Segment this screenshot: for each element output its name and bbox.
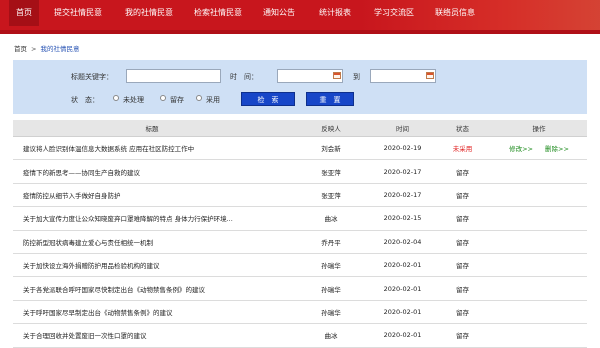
radio-unprocessed[interactable] bbox=[113, 95, 119, 101]
row-title[interactable]: 关于呼吁国家尽早制定出台《动物禁售条例》的建议 bbox=[13, 300, 291, 325]
header-actions: 操作 bbox=[491, 120, 587, 137]
results-table: 标题 反映人 时间 状态 操作 建议将人脸识别体温信息大数据系统 应用在社区防控… bbox=[13, 120, 587, 348]
keyword-input[interactable] bbox=[126, 69, 221, 83]
radio-unprocessed-label: 未处理 bbox=[123, 96, 144, 104]
row-status: 留存 bbox=[434, 276, 491, 301]
search-button[interactable]: 检 索 bbox=[241, 92, 295, 106]
row-status: 留存 bbox=[434, 206, 491, 231]
calendar-icon[interactable] bbox=[426, 72, 434, 79]
keyword-label: 标题关键字： bbox=[71, 73, 113, 81]
row-status: 留存 bbox=[434, 300, 491, 325]
row-title[interactable]: 关于加快设立海外捐赠防护用品检验机构的建议 bbox=[13, 253, 291, 278]
table-row: 关于呼吁国家尽早制定出台《动物禁售条例》的建议 孙瑞华 2020-02-01 留… bbox=[13, 300, 587, 325]
row-status: 留存 bbox=[434, 183, 491, 208]
nav-item-submit[interactable]: 提交社情民意 bbox=[47, 0, 109, 26]
row-title[interactable]: 防控新型冠状病毒建立爱心与责任相统一机制 bbox=[13, 230, 291, 254]
table-row: 建议将人脸识别体温信息大数据系统 应用在社区防控工作中 刘会新 2020-02-… bbox=[13, 136, 587, 161]
nav-item-mine[interactable]: 我的社情民意 bbox=[118, 0, 180, 26]
row-actions bbox=[491, 159, 587, 184]
row-person: 乔丹平 bbox=[291, 230, 371, 254]
header-status: 状态 bbox=[434, 120, 491, 137]
header-time: 时间 bbox=[371, 120, 434, 137]
row-date: 2020-02-01 bbox=[371, 276, 434, 301]
table-row: 疫情防控从细节入手做好自身防护 张亚萍 2020-02-17 留存 bbox=[13, 183, 587, 208]
row-person: 孙瑞华 bbox=[291, 253, 371, 278]
row-actions bbox=[491, 206, 587, 231]
breadcrumb: 首页 > 我的社情民意 bbox=[14, 43, 79, 53]
table-header-row: 标题 反映人 时间 状态 操作 bbox=[13, 120, 587, 137]
row-actions bbox=[491, 183, 587, 208]
row-date: 2020-02-01 bbox=[371, 300, 434, 325]
row-status: 留存 bbox=[434, 323, 491, 348]
row-title[interactable]: 关于合理回收并处置废旧一次性口罩的建议 bbox=[13, 323, 291, 348]
row-person: 张亚萍 bbox=[291, 183, 371, 208]
row-actions: 修改>> 删除>> bbox=[491, 136, 587, 161]
row-person: 孙瑞华 bbox=[291, 300, 371, 325]
nav-item-search[interactable]: 检索社情民意 bbox=[187, 0, 249, 26]
table-row: 疫情下的新思考——协同生产自救的建议 张亚萍 2020-02-17 留存 bbox=[13, 159, 587, 184]
row-actions bbox=[491, 276, 587, 301]
nav-item-contacts[interactable]: 联络员信息 bbox=[428, 0, 482, 26]
row-person: 孙瑞华 bbox=[291, 276, 371, 301]
status-label: 状 态： bbox=[71, 96, 99, 104]
filter-panel: 标题关键字： 时 间： 到 状 态： 未处理 留存 采用 检 索 重 置 bbox=[13, 60, 587, 114]
row-date: 2020-02-17 bbox=[371, 183, 434, 208]
row-date: 2020-02-19 bbox=[371, 136, 434, 161]
reset-button[interactable]: 重 置 bbox=[306, 92, 354, 106]
row-person: 曲冰 bbox=[291, 206, 371, 231]
row-status: 留存 bbox=[434, 159, 491, 184]
table-row: 关于合理回收并处置废旧一次性口罩的建议 曲冰 2020-02-01 留存 bbox=[13, 323, 587, 348]
radio-adopted-label: 采用 bbox=[206, 96, 220, 104]
calendar-icon[interactable] bbox=[333, 72, 341, 79]
date-to-label: 到 bbox=[353, 73, 360, 81]
table-row: 关于加大宣传力度让公众知晓废弃口罩难降解的特点 身体力行保护环境... 曲冰 2… bbox=[13, 206, 587, 231]
top-nav-bar: 首页 提交社情民意 我的社情民意 检索社情民意 通知公告 统计报表 学习交流区 … bbox=[0, 0, 600, 34]
row-actions bbox=[491, 253, 587, 278]
header-title: 标题 bbox=[13, 120, 291, 137]
nav-underline bbox=[0, 30, 600, 34]
row-date: 2020-02-04 bbox=[371, 230, 434, 254]
header-person: 反映人 bbox=[291, 120, 371, 137]
table-row: 防控新型冠状病毒建立爱心与责任相统一机制 乔丹平 2020-02-04 留存 bbox=[13, 230, 587, 254]
delete-link[interactable]: 删除>> bbox=[545, 145, 569, 153]
row-status: 留存 bbox=[434, 253, 491, 278]
table-row: 关于各党派联合呼吁国家尽快制定出台《动物禁售条例》的建议 孙瑞华 2020-02… bbox=[13, 276, 587, 301]
row-date: 2020-02-01 bbox=[371, 253, 434, 278]
time-label: 时 间： bbox=[230, 73, 258, 81]
breadcrumb-current[interactable]: 我的社情民意 bbox=[40, 45, 79, 53]
row-title[interactable]: 关于各党派联合呼吁国家尽快制定出台《动物禁售条例》的建议 bbox=[13, 276, 291, 301]
row-status: 未采用 bbox=[434, 136, 491, 161]
nav-item-study[interactable]: 学习交流区 bbox=[367, 0, 421, 26]
row-title[interactable]: 疫情下的新思考——协同生产自救的建议 bbox=[13, 159, 291, 184]
radio-retained[interactable] bbox=[160, 95, 166, 101]
row-person: 刘会新 bbox=[291, 136, 371, 161]
radio-adopted[interactable] bbox=[196, 95, 202, 101]
nav-item-home[interactable]: 首页 bbox=[9, 0, 39, 26]
row-person: 曲冰 bbox=[291, 323, 371, 348]
nav-item-notices[interactable]: 通知公告 bbox=[256, 0, 302, 26]
row-date: 2020-02-17 bbox=[371, 159, 434, 184]
row-date: 2020-02-15 bbox=[371, 206, 434, 231]
nav-item-reports[interactable]: 统计报表 bbox=[312, 0, 358, 26]
row-person: 张亚萍 bbox=[291, 159, 371, 184]
row-actions bbox=[491, 230, 587, 254]
row-title[interactable]: 关于加大宣传力度让公众知晓废弃口罩难降解的特点 身体力行保护环境... bbox=[13, 206, 291, 231]
row-actions bbox=[491, 300, 587, 325]
breadcrumb-home[interactable]: 首页 bbox=[14, 45, 27, 53]
radio-retained-label: 留存 bbox=[170, 96, 184, 104]
row-date: 2020-02-01 bbox=[371, 323, 434, 348]
row-actions bbox=[491, 323, 587, 348]
breadcrumb-separator: > bbox=[31, 45, 37, 53]
row-status: 留存 bbox=[434, 230, 491, 254]
edit-link[interactable]: 修改>> bbox=[509, 145, 533, 153]
table-row: 关于加快设立海外捐赠防护用品检验机构的建议 孙瑞华 2020-02-01 留存 bbox=[13, 253, 587, 278]
row-title[interactable]: 疫情防控从细节入手做好自身防护 bbox=[13, 183, 291, 208]
row-title[interactable]: 建议将人脸识别体温信息大数据系统 应用在社区防控工作中 bbox=[13, 136, 291, 161]
